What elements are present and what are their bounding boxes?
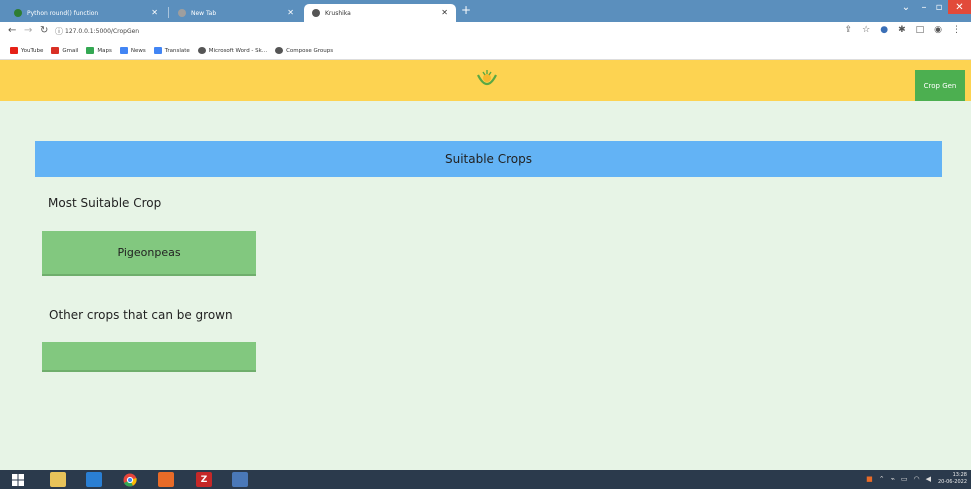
close-icon[interactable]: ✕ — [441, 8, 448, 17]
bookmark-translate[interactable]: Translate — [153, 47, 190, 54]
address-bar-row: ← → ↻ ⓘ 127.0.0.1:5000/CropGen ⇪ ☆ ● ✱ □… — [0, 22, 971, 42]
volume-icon[interactable]: ◀ — [926, 475, 931, 483]
taskbar-clock[interactable]: 13:28 20-06-2022 — [937, 472, 967, 486]
menu-icon[interactable]: ⋮ — [952, 25, 961, 35]
bookmark-gmail[interactable]: Gmail — [51, 47, 78, 54]
news-icon — [119, 47, 128, 54]
chevron-down-icon[interactable]: ⌄ — [897, 0, 915, 14]
file-explorer-icon[interactable] — [50, 472, 66, 487]
profile-icon[interactable]: ◉ — [934, 25, 942, 35]
bookmark-maps[interactable]: Maps — [86, 47, 112, 54]
suitable-crops-banner: Suitable Crops — [35, 141, 942, 177]
bookmark-label: YouTube — [21, 47, 44, 54]
filezilla-icon[interactable]: Z — [196, 472, 212, 487]
chrome-icon[interactable] — [122, 472, 138, 487]
url-input[interactable]: 127.0.0.1:5000/CropGen — [65, 25, 845, 39]
bookmark-word[interactable]: Microsoft Word - Sk... — [197, 47, 268, 54]
bookmark-compose-groups[interactable]: Compose Groups — [275, 47, 333, 54]
minimize-icon[interactable]: – — [917, 0, 931, 14]
globe-icon — [275, 47, 284, 54]
globe-icon — [312, 9, 320, 17]
wifi-icon[interactable]: ◠ — [914, 475, 920, 483]
tab-new-tab[interactable]: New Tab ✕ — [170, 4, 302, 22]
browser-tab-strip: Python round() function ✕ New Tab ✕ Krus… — [0, 0, 971, 22]
back-arrow-icon[interactable]: ← — [8, 25, 16, 36]
translate-icon — [153, 47, 162, 54]
most-suitable-crop-card: Pigeonpeas — [42, 231, 256, 276]
tab-label: Python round() function — [27, 9, 99, 17]
new-tab-plus-icon[interactable]: + — [461, 3, 471, 17]
other-crops-card — [42, 342, 256, 372]
app-header — [0, 60, 971, 101]
info-icon: ⓘ — [55, 27, 63, 36]
tab-krushika[interactable]: Krushika ✕ — [304, 4, 456, 22]
window-close-icon[interactable]: ✕ — [948, 0, 971, 14]
youtube-icon — [10, 47, 18, 54]
bookmark-label: Maps — [97, 47, 112, 54]
close-icon[interactable]: ✕ — [151, 8, 158, 17]
reload-icon[interactable]: ↻ — [40, 25, 48, 36]
sidebar-icon[interactable]: □ — [916, 25, 925, 35]
app-launcher-icon[interactable] — [158, 472, 174, 487]
newtab-icon — [178, 9, 186, 17]
clock-time: 13:28 — [952, 472, 967, 478]
browser-toolbar: ⇪ ☆ ● ✱ □ ◉ ⋮ — [845, 25, 961, 35]
tab-label: Krushika — [325, 9, 351, 17]
system-tray: ■ ⌃ ⌁ ▭ ◠ ◀ — [866, 475, 931, 483]
w3schools-icon — [14, 9, 22, 17]
chevron-up-icon[interactable]: ⌃ — [879, 475, 885, 483]
other-crops-label: Other crops that can be grown — [49, 308, 233, 322]
bookmark-youtube[interactable]: YouTube — [10, 47, 43, 54]
maximize-icon[interactable]: ▫ — [932, 0, 946, 14]
vscode-icon[interactable] — [86, 472, 102, 487]
most-suitable-crop-label: Most Suitable Crop — [48, 196, 162, 210]
bookmark-label: Compose Groups — [286, 47, 334, 54]
clock-date: 20-06-2022 — [937, 479, 967, 485]
share-icon[interactable]: ⇪ — [845, 25, 853, 35]
bookmark-label: Gmail — [62, 47, 79, 54]
close-icon[interactable]: ✕ — [287, 8, 294, 17]
battery-icon[interactable]: ▭ — [901, 475, 908, 483]
crop-gen-nav-button[interactable]: Crop Gen — [915, 70, 965, 101]
network-icon[interactable]: ⌁ — [891, 475, 895, 483]
extension-icon[interactable]: ● — [880, 25, 888, 35]
bookmark-label: News — [130, 47, 146, 54]
puzzle-icon[interactable]: ✱ — [898, 25, 906, 35]
tray-app-icon[interactable]: ■ — [866, 475, 873, 483]
globe-icon — [197, 47, 206, 54]
tab-separator — [168, 7, 169, 18]
bookmark-label: Microsoft Word - Sk... — [208, 47, 268, 54]
gmail-icon — [51, 47, 60, 54]
windows-taskbar: Z ■ ⌃ ⌁ ▭ ◠ ◀ 13:28 20-06-2022 — [0, 470, 971, 489]
tab-python-round[interactable]: Python round() function ✕ — [6, 4, 166, 22]
maps-icon — [86, 47, 95, 54]
tab-label: New Tab — [191, 9, 217, 17]
calculator-icon[interactable] — [232, 472, 248, 487]
windows-start-icon[interactable] — [10, 472, 26, 487]
forward-arrow-icon[interactable]: → — [24, 25, 32, 36]
bookmark-news[interactable]: News — [119, 47, 146, 54]
bookmarks-bar: YouTube Gmail Maps News Translate Micros… — [0, 42, 971, 60]
krushika-logo-icon[interactable] — [474, 67, 500, 91]
bookmark-label: Translate — [164, 47, 190, 54]
star-icon[interactable]: ☆ — [862, 25, 870, 35]
